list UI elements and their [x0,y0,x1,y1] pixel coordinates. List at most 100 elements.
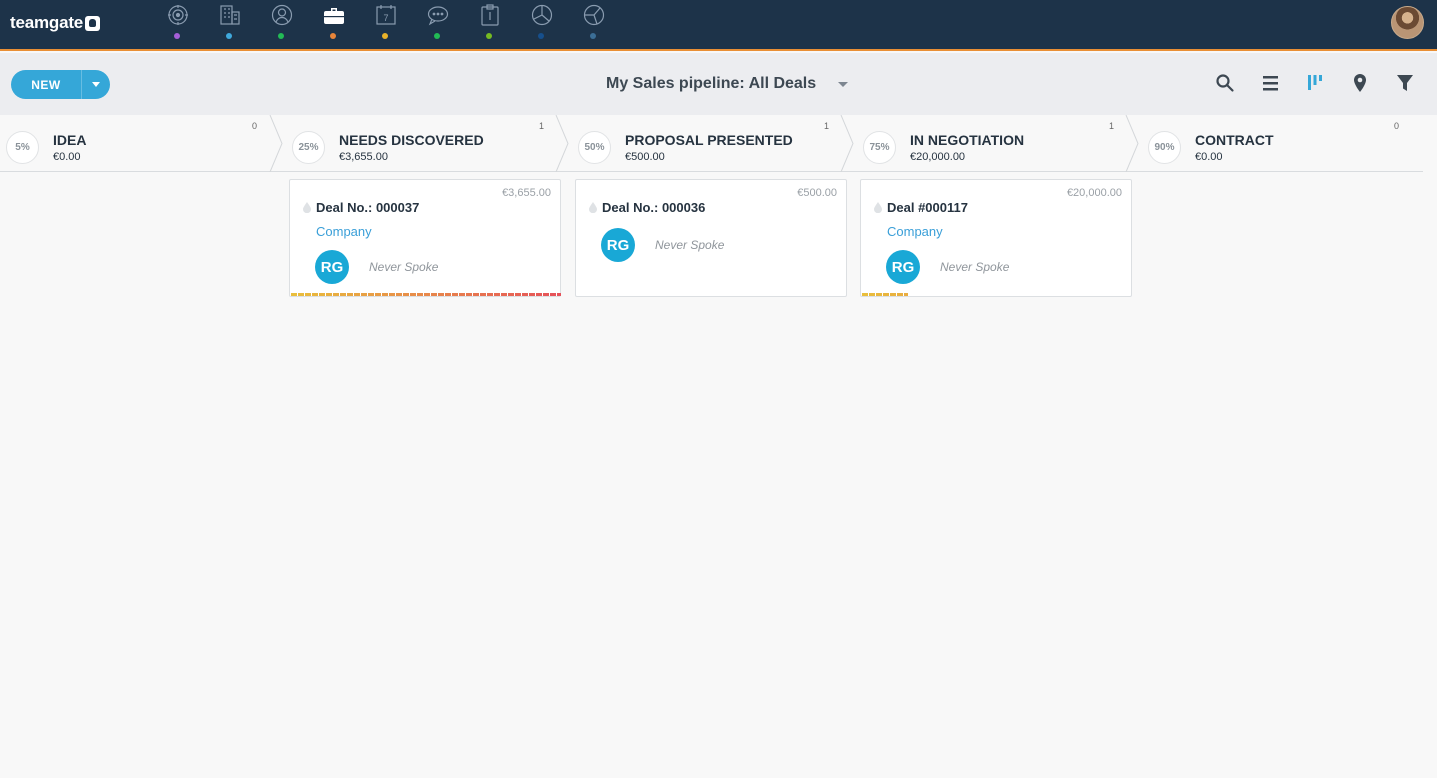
deal-company-link[interactable]: Company [316,224,372,239]
nav-dot [486,33,492,39]
new-button[interactable]: NEW [11,70,110,99]
progress-segment [466,293,472,296]
stage-column-header[interactable]: 90% CONTRACT €0.00 0 [1142,115,1423,171]
map-view-button[interactable] [1349,72,1371,94]
progress-segment [452,293,458,296]
user-avatar[interactable] [1391,6,1424,39]
stage-deal-count: 0 [252,121,258,131]
chat-icon [427,6,449,26]
filter-button[interactable] [1394,72,1416,94]
nav-dot [538,33,544,39]
progress-segment [557,293,561,296]
new-dropdown-toggle[interactable] [81,70,110,99]
pipeline-title: My Sales pipeline: All Deals [606,75,817,92]
pipeline-selector[interactable]: My Sales pipeline: All Deals [606,75,849,93]
stage-amount: €0.00 [53,151,81,163]
deal-card[interactable]: €20,000.00 Deal #000117 Company RG Never… [860,179,1132,297]
top-navigation-bar: teamgate 7 [0,0,1437,51]
stage-deal-count: 1 [539,121,545,131]
progress-segment [445,293,451,296]
stage-probability: 5% [6,131,39,164]
progress-segment [361,293,367,296]
contact-status: Never Spoke [940,260,1010,274]
stage-amount: €0.00 [1195,151,1223,163]
nav-people[interactable] [269,4,293,44]
stage-name: CONTRACT [1195,132,1274,148]
nav-companies[interactable] [217,4,241,44]
map-pin-icon [1354,74,1366,92]
deal-title[interactable]: Deal No.: 000036 [602,200,705,215]
nav-tasks[interactable] [477,4,501,44]
progress-segment [326,293,332,296]
progress-segment [869,293,875,296]
progress-segment [312,293,318,296]
stage-name: NEEDS DISCOVERED [339,132,484,148]
stage-separator-chevron [1125,115,1139,172]
progress-segment [459,293,465,296]
nav-dot [278,33,284,39]
logo-text: teamgate [10,13,84,32]
progress-segment [389,293,395,296]
progress-segment [904,293,908,296]
nav-reports[interactable] [529,4,553,44]
progress-segment [291,293,297,296]
stage-column-header[interactable]: 50% PROPOSAL PRESENTED €500.00 1 [572,115,857,172]
owner-avatar[interactable]: RG [886,250,920,284]
person-icon [271,4,293,26]
list-view-button[interactable] [1259,72,1281,94]
deal-title[interactable]: Deal No.: 000037 [316,200,419,215]
progress-segment [319,293,325,296]
filter-icon [1397,75,1413,91]
contact-status: Never Spoke [655,238,725,252]
progress-segment [382,293,388,296]
stage-name: IDEA [53,132,87,148]
progress-segment [501,293,507,296]
nav-dot [382,33,388,39]
nav-dot [590,33,596,39]
calendar-icon: 7 [376,5,396,25]
briefcase-icon [324,8,344,24]
progress-segment [529,293,535,296]
stage-probability: 50% [578,131,611,164]
progress-segment [480,293,486,296]
deal-amount: €500.00 [797,187,837,199]
stage-separator-chevron [555,115,569,172]
nav-dashboard[interactable] [165,4,189,44]
deal-amount: €20,000.00 [1066,187,1122,199]
stage-deal-count: 1 [1109,121,1115,131]
progress-segment [424,293,430,296]
stage-deal-count: 1 [824,121,830,131]
deal-amount: €3,655.00 [502,187,551,199]
stage-separator-chevron [840,115,854,172]
nav-calendar[interactable]: 7 [373,4,397,44]
stage-amount: €20,000.00 [910,151,966,163]
owner-avatar[interactable]: RG [601,228,635,262]
owner-avatar[interactable]: RG [315,250,349,284]
progress-segment [438,293,444,296]
nav-analytics[interactable] [581,4,605,44]
pipeline-toolbar: NEW My Sales pipeline: All Deals [0,53,1437,115]
progress-segment [543,293,549,296]
progress-segment [536,293,542,296]
nav-deals[interactable] [321,4,345,44]
stage-column-header[interactable]: 25% NEEDS DISCOVERED €3,655.00 1 [286,115,571,172]
nav-messages[interactable] [425,4,449,44]
nav-dot [434,33,440,39]
stage-name: IN NEGOTIATION [910,132,1025,148]
stage-column-header[interactable]: 5% IDEA €0.00 0 [0,115,285,172]
deal-card[interactable]: €500.00 Deal No.: 000036 RG Never Spoke [575,179,847,297]
stage-probability: 75% [863,131,896,164]
search-button[interactable] [1214,72,1236,94]
kanban-view-button[interactable] [1304,72,1326,94]
chevron-down-icon [92,82,100,87]
stage-column-header[interactable]: 75% IN NEGOTIATION €20,000.00 1 [857,115,1142,172]
nav-dot [174,33,180,39]
deal-card[interactable]: €3,655.00 Deal No.: 000037 Company RG Ne… [289,179,561,297]
progress-segment [333,293,339,296]
teamgate-logo[interactable]: teamgate [10,13,101,33]
stage-separator-chevron [269,115,283,172]
clipboard-icon [481,4,499,26]
deal-title[interactable]: Deal #000117 [887,200,968,215]
deal-company-link[interactable]: Company [887,224,943,239]
stage-amount: €500.00 [625,151,665,163]
